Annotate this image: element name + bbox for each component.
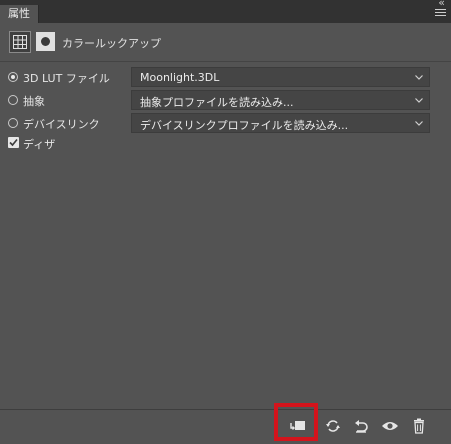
view-previous-state-icon[interactable]	[323, 416, 343, 436]
panel-menu-icon[interactable]	[435, 9, 446, 18]
chevron-down-icon	[415, 121, 423, 126]
properties-header: カラールックアップ	[0, 23, 451, 62]
option-label: 抽象	[23, 95, 45, 108]
chevron-down-icon	[415, 75, 423, 80]
adjustment-grid-icon[interactable]	[9, 31, 31, 53]
radio-abstract[interactable]	[8, 95, 18, 105]
option-label: デバイスリンク	[23, 118, 100, 131]
tab-properties[interactable]: 属性	[0, 5, 39, 23]
panel-titlebar: 属性 «	[0, 0, 451, 23]
bottom-toolbar	[0, 410, 451, 444]
select-value: デバイスリンクプロファイルを読み込み...	[140, 119, 349, 132]
panel-title: カラールックアップ	[62, 37, 161, 50]
radio-device-link[interactable]	[8, 118, 18, 128]
select-value: Moonlight.3DL	[140, 71, 220, 84]
collapse-panel-icon[interactable]: «	[438, 0, 445, 9]
reset-icon[interactable]	[351, 416, 371, 436]
option-label: 3D LUT ファイル	[23, 72, 110, 85]
abstract-profile-select[interactable]: 抽象プロファイルを読み込み...	[131, 90, 430, 110]
lut-file-select[interactable]: Moonlight.3DL	[131, 67, 430, 87]
layer-mask-icon[interactable]	[36, 32, 55, 51]
radio-3d-lut[interactable]	[8, 72, 18, 82]
device-link-select[interactable]: デバイスリンクプロファイルを読み込み...	[131, 113, 430, 133]
dither-checkbox[interactable]	[8, 137, 19, 148]
visibility-icon[interactable]	[380, 416, 400, 436]
dither-label: ディザ	[23, 138, 56, 151]
select-value: 抽象プロファイルを読み込み...	[140, 96, 294, 109]
trash-icon[interactable]	[409, 416, 429, 436]
highlight-box	[274, 403, 318, 441]
chevron-down-icon	[415, 98, 423, 103]
